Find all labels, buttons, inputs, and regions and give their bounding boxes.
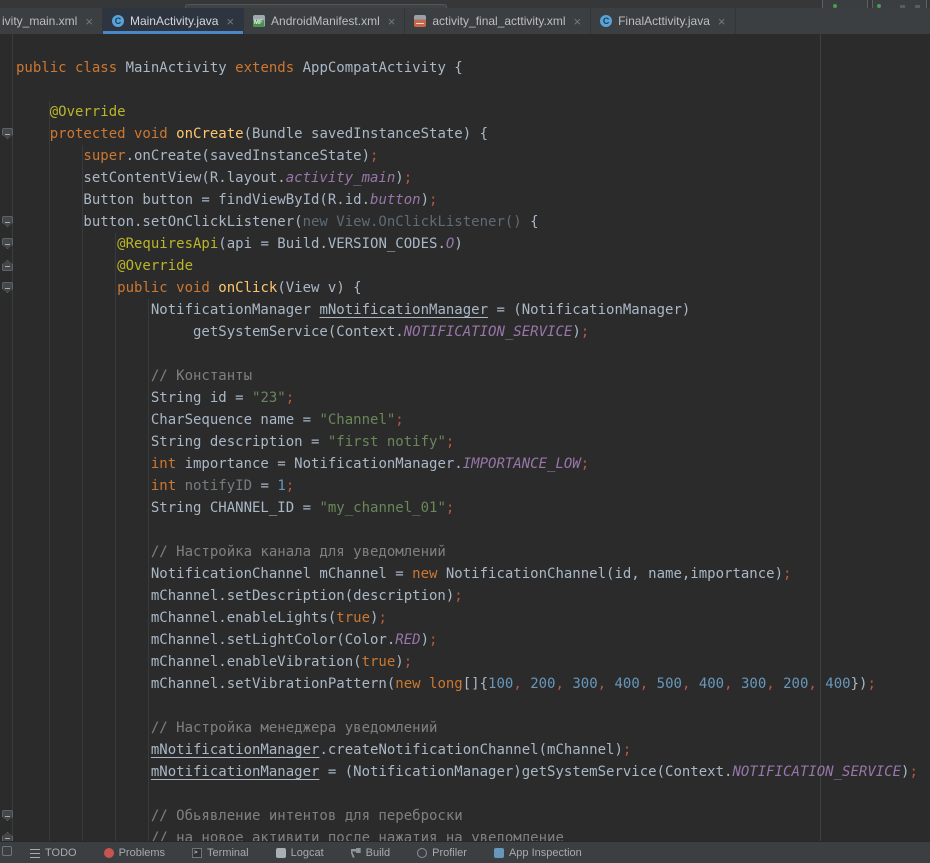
toolwindow-button-terminal[interactable]: > Terminal <box>192 847 249 859</box>
code-line: mChannel.enableVibration(true); <box>16 651 930 673</box>
toolwindow-button-build[interactable]: Build <box>351 847 390 859</box>
code-line: getSystemService(Context.NOTIFICATION_SE… <box>16 321 930 343</box>
run-actions-group[interactable] <box>872 0 927 8</box>
logcat-icon <box>276 848 286 858</box>
code-area[interactable]: public class MainActivity extends AppCom… <box>0 34 930 841</box>
tab-activity-final-acttivity-xml[interactable]: activity_final_acttivity.xml × <box>405 8 591 34</box>
tool-window-bar: TODO Problems > Terminal Logcat Build Profiler… <box>0 841 930 863</box>
todo-icon <box>30 849 40 858</box>
layout-file-icon <box>414 15 426 27</box>
terminal-icon: > <box>192 848 202 858</box>
code-line <box>16 343 930 365</box>
code-line: int notifyID = 1; <box>16 475 930 497</box>
toolwindow-button-label: Build <box>366 847 390 859</box>
class-file-icon: C <box>600 15 612 27</box>
toolwindow-button-label: Logcat <box>291 847 324 859</box>
toolwindow-button-label: TODO <box>45 847 77 859</box>
profiler-icon <box>417 848 427 858</box>
problems-icon <box>104 848 114 858</box>
code-line: mChannel.setVibrationPattern(new long[]{… <box>16 673 930 695</box>
close-icon[interactable]: × <box>388 15 396 28</box>
code-line: mNotificationManager = (NotificationMana… <box>16 761 930 783</box>
close-icon[interactable]: × <box>85 15 93 28</box>
tab-mainactivity-java[interactable]: C MainActivity.java × <box>103 8 244 34</box>
code-line: // на новое активити после нажатия на ув… <box>16 827 930 841</box>
close-icon[interactable]: × <box>574 15 582 28</box>
code-line: String id = "23"; <box>16 387 930 409</box>
tab-label: activity_final_acttivity.xml <box>432 14 565 28</box>
toolwindow-button-profiler[interactable]: Profiler <box>417 847 467 859</box>
tab-label: MainActivity.java <box>130 14 218 28</box>
close-icon[interactable]: × <box>718 15 726 28</box>
toolwindow-button-problems[interactable]: Problems <box>104 847 165 859</box>
tab-label: FinalActtivity.java <box>618 14 710 28</box>
code-line: public void onClick(View v) { <box>16 277 930 299</box>
code-line: int importance = NotificationManager.IMP… <box>16 453 930 475</box>
code-line: CharSequence name = "Channel"; <box>16 409 930 431</box>
code-line: NotificationChannel mChannel = new Notif… <box>16 563 930 585</box>
class-file-icon: C <box>112 15 124 27</box>
code-line: setContentView(R.layout.activity_main); <box>16 167 930 189</box>
code-line: protected void onCreate(Bundle savedInst… <box>16 123 930 145</box>
code-line: // Обьявление интентов для переброски <box>16 805 930 827</box>
code-line <box>16 519 930 541</box>
code-line <box>16 79 930 101</box>
tab-ivity-main-xml[interactable]: ivity_main.xml × <box>0 8 103 34</box>
code-line: @RequiresApi(api = Build.VERSION_CODES.O… <box>16 233 930 255</box>
code-line <box>16 695 930 717</box>
code-line: mChannel.setDescription(description); <box>16 585 930 607</box>
ide-window: ivity_main.xml × C MainActivity.java × MF Andr… <box>0 0 930 855</box>
code-line: @Override <box>16 255 930 277</box>
manifest-file-icon: MF <box>253 15 265 27</box>
code-line: // Настройка менеджера уведомлений <box>16 717 930 739</box>
toolwindow-button-label: Terminal <box>207 847 249 859</box>
toolwindow-button-todo[interactable]: TODO <box>30 847 77 859</box>
tab-androidmanifest-xml[interactable]: MF AndroidManifest.xml × <box>244 8 405 34</box>
close-icon[interactable]: × <box>226 15 234 28</box>
tab-label: ivity_main.xml <box>2 14 77 28</box>
code-line: mChannel.setLightColor(Color.RED); <box>16 629 930 651</box>
code-line: NotificationManager mNotificationManager… <box>16 299 930 321</box>
code-editor[interactable]: public class MainActivity extends AppCom… <box>0 34 930 841</box>
toolwindow-button-label: App Inspection <box>509 847 582 859</box>
toolwindow-button-label: Problems <box>119 847 165 859</box>
code-line: public class MainActivity extends AppCom… <box>16 57 930 79</box>
code-line: // Константы <box>16 365 930 387</box>
tab-label: AndroidManifest.xml <box>271 14 380 28</box>
toolwindow-button-app-inspection[interactable]: App Inspection <box>494 847 582 859</box>
code-line: super.onCreate(savedInstanceState); <box>16 145 930 167</box>
tab-finalacttivity-java[interactable]: C FinalActtivity.java × <box>591 8 735 34</box>
editor-tab-bar: ivity_main.xml × C MainActivity.java × MF Andr… <box>0 8 930 34</box>
code-line: @Override <box>16 101 930 123</box>
code-line: mChannel.enableLights(true); <box>16 607 930 629</box>
code-line: button.setOnClickListener(new View.OnCli… <box>16 211 930 233</box>
code-line: String description = "first notify"; <box>16 431 930 453</box>
toolwindow-button-label: Profiler <box>432 847 467 859</box>
code-line: Button button = findViewById(R.id.button… <box>16 189 930 211</box>
code-line: String CHANNEL_ID = "my_channel_01"; <box>16 497 930 519</box>
main-toolbar-strip <box>0 0 930 8</box>
build-icon <box>351 848 361 858</box>
code-line: mNotificationManager.createNotificationC… <box>16 739 930 761</box>
toolwindow-button-logcat[interactable]: Logcat <box>276 847 324 859</box>
app-inspection-icon <box>494 848 504 858</box>
code-line <box>16 783 930 805</box>
device-selector-button[interactable] <box>822 0 868 8</box>
code-line: // Настройка канала для уведомлений <box>16 541 930 563</box>
